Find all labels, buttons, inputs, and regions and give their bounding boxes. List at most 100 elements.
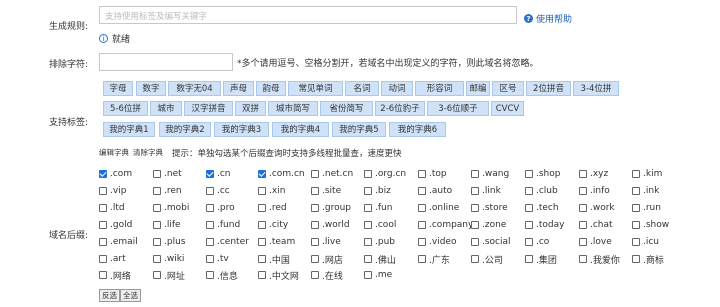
suffix-checkbox[interactable]: .wang (471, 168, 509, 180)
tag-button[interactable]: 5-6位拼 (103, 101, 148, 116)
suffix-checkbox[interactable]: .club (525, 185, 558, 197)
tag-button[interactable]: 城市简写 (268, 101, 318, 116)
checkbox-box[interactable] (99, 221, 107, 229)
checkbox-box[interactable] (579, 187, 587, 195)
suffix-checkbox[interactable]: .plus (153, 236, 185, 248)
suffix-checkbox[interactable]: .xin (258, 185, 285, 197)
suffix-checkbox[interactable]: .wiki (153, 253, 184, 265)
suffix-checkbox[interactable]: .chat (579, 219, 613, 231)
suffix-checkbox[interactable]: .mobi (153, 202, 189, 214)
checkbox-box[interactable] (525, 221, 533, 229)
checkbox-box[interactable] (258, 221, 266, 229)
checkbox-box[interactable] (364, 221, 372, 229)
tag-button[interactable]: 汉字拼音 (184, 101, 233, 116)
checkbox-box[interactable] (418, 170, 426, 178)
checkbox-box[interactable] (471, 187, 479, 195)
suffix-checkbox[interactable]: .me (364, 269, 392, 281)
exclude-input[interactable] (99, 53, 233, 71)
tag-button[interactable]: 我的字典2 (159, 122, 211, 137)
checkbox-box[interactable] (258, 255, 266, 263)
suffix-checkbox[interactable]: .fund (206, 219, 240, 231)
tag-button[interactable]: 韵母 (256, 81, 286, 96)
tag-button[interactable]: 名词 (345, 81, 379, 96)
tag-button[interactable]: 区号 (492, 81, 524, 96)
checkbox-box[interactable] (258, 204, 266, 212)
tag-button[interactable]: 数字无04 (168, 81, 221, 96)
tag-button[interactable]: 2-6位豹子 (375, 101, 425, 116)
suffix-checkbox[interactable]: .net (153, 168, 182, 180)
tag-button[interactable]: 3-6位顺子 (427, 101, 489, 116)
checkbox-box[interactable] (364, 204, 372, 212)
checkbox-box[interactable] (153, 221, 161, 229)
checkbox-box[interactable] (364, 238, 372, 246)
checkbox-box[interactable] (471, 170, 479, 178)
checkbox-box[interactable] (364, 255, 372, 263)
suffix-checkbox[interactable]: .中文网 (258, 269, 299, 282)
suffix-checkbox[interactable]: .top (418, 168, 447, 180)
checkbox-box[interactable] (99, 271, 107, 279)
checkbox-box[interactable] (311, 187, 319, 195)
suffix-checkbox[interactable]: .net.cn (311, 168, 353, 180)
suffix-checkbox[interactable]: .网址 (153, 269, 185, 282)
suffix-checkbox[interactable]: .cc (206, 185, 230, 197)
tag-button[interactable]: 我的字典5 (332, 122, 386, 137)
suffix-checkbox[interactable]: .company (418, 219, 473, 231)
suffix-checkbox[interactable]: .social (471, 236, 511, 248)
suffix-checkbox[interactable]: .cn (206, 168, 231, 180)
suffix-checkbox[interactable]: .xyz (579, 168, 608, 180)
suffix-checkbox[interactable]: .team (258, 236, 295, 248)
suffix-checkbox[interactable]: .zone (471, 219, 506, 231)
suffix-checkbox[interactable]: .org.cn (364, 168, 406, 180)
suffix-checkbox[interactable]: .red (258, 202, 287, 214)
tag-button[interactable]: 城市 (150, 101, 182, 116)
suffix-checkbox[interactable]: .kim (632, 168, 662, 180)
checkbox-box[interactable] (364, 170, 372, 178)
suffix-checkbox[interactable]: .icu (632, 236, 659, 248)
checkbox-box[interactable] (525, 170, 533, 178)
checkbox-box[interactable] (579, 170, 587, 178)
suffix-checkbox[interactable]: .tech (525, 202, 559, 214)
suffix-checkbox[interactable]: .vip (99, 185, 126, 197)
tag-button[interactable]: 我的字典3 (214, 122, 269, 137)
edit-dict-button[interactable]: 编辑字典 (99, 147, 129, 158)
suffix-checkbox[interactable]: .online (418, 202, 459, 214)
checkbox-box[interactable] (632, 238, 640, 246)
suffix-checkbox[interactable]: .我爱你 (579, 253, 620, 266)
checkbox-box[interactable] (311, 238, 319, 246)
suffix-checkbox[interactable]: .art (99, 253, 126, 265)
checkbox-box[interactable] (525, 187, 533, 195)
suffix-checkbox[interactable]: .ltd (99, 202, 125, 214)
suffix-checkbox[interactable]: .love (579, 236, 612, 248)
suffix-checkbox[interactable]: .公司 (471, 253, 503, 266)
checkbox-box[interactable] (311, 204, 319, 212)
suffix-checkbox[interactable]: .show (632, 219, 669, 231)
suffix-checkbox[interactable]: .work (579, 202, 615, 214)
tag-button[interactable]: 动词 (381, 81, 413, 96)
checkbox-box[interactable] (579, 221, 587, 229)
suffix-checkbox[interactable]: .email (99, 236, 138, 248)
checkbox-box[interactable] (153, 187, 161, 195)
suffix-checkbox[interactable]: .run (632, 202, 661, 214)
checkbox-box[interactable] (418, 204, 426, 212)
checkbox-box[interactable] (418, 187, 426, 195)
suffix-checkbox[interactable]: .集团 (525, 253, 557, 266)
checkbox-box[interactable] (471, 204, 479, 212)
checkbox-box[interactable] (206, 238, 214, 246)
tag-button[interactable]: 3-4位拼 (573, 81, 619, 96)
checkbox-box[interactable] (418, 255, 426, 263)
checkbox-box[interactable] (206, 204, 214, 212)
tag-button[interactable]: 我的字典4 (272, 122, 329, 137)
help-link[interactable]: ? 使用帮助 (524, 12, 572, 25)
tag-button[interactable]: 双拼 (235, 101, 266, 116)
checkbox-box[interactable] (471, 255, 479, 263)
checkbox-box[interactable] (632, 255, 640, 263)
suffix-checkbox[interactable]: .store (471, 202, 508, 214)
checkbox-box[interactable] (99, 170, 107, 178)
tag-button[interactable]: 2位拼音 (526, 81, 571, 96)
tag-button[interactable]: 省份简写 (320, 101, 373, 116)
suffix-checkbox[interactable]: .网店 (311, 253, 343, 266)
suffix-checkbox[interactable]: .co (525, 236, 549, 248)
checkbox-box[interactable] (579, 204, 587, 212)
suffix-checkbox[interactable]: .group (311, 202, 351, 214)
suffix-checkbox[interactable]: .在线 (311, 269, 343, 282)
